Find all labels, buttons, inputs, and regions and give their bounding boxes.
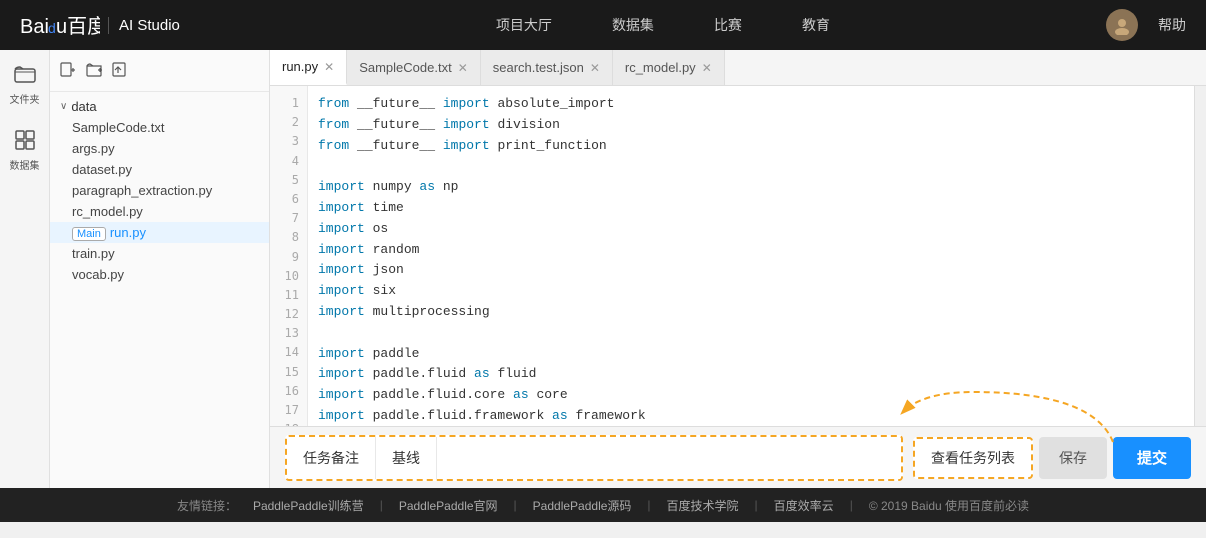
bottom-bar: 任务备注 基线 查看任务列表 — [270, 426, 1206, 488]
code-line: import paddle.fluid as fluid — [318, 364, 1184, 385]
tab-close-searchtestjson[interactable]: ✕ — [590, 62, 600, 74]
tab-close-samplecode[interactable]: ✕ — [458, 62, 468, 74]
sidebar-item-dataset[interactable]: 数据集 — [10, 126, 40, 172]
tab-samplecode[interactable]: SampleCode.txt ✕ — [347, 50, 481, 85]
code-line: from __future__ import absolute_import — [318, 94, 1184, 115]
svg-text:Bai: Bai — [20, 16, 49, 38]
code-line: import numpy as np — [318, 177, 1184, 198]
code-line — [318, 156, 1184, 177]
code-line — [318, 323, 1184, 344]
navbar: Bai d u百度 AI Studio 项目大厅 数据集 比赛 教育 帮助 — [0, 0, 1206, 50]
code-line: import os — [318, 219, 1184, 240]
tab-searchtestjson-label: search.test.json — [493, 60, 584, 75]
ai-studio-label: AI Studio — [108, 17, 180, 34]
file-tree: ∨ data SampleCode.txt args.py dataset.py… — [50, 50, 270, 488]
folder-label: 文件夹 — [10, 91, 40, 106]
menu-competition[interactable]: 比赛 — [714, 15, 742, 35]
chevron-down-icon: ∨ — [60, 101, 67, 112]
vertical-scrollbar[interactable] — [1194, 86, 1206, 426]
footer-link-1[interactable]: PaddlePaddle官网 — [399, 497, 498, 514]
file-paragraph[interactable]: paragraph_extraction.py — [50, 180, 269, 201]
tab-rcmodel[interactable]: rc_model.py ✕ — [613, 50, 725, 85]
code-line: import random — [318, 240, 1184, 261]
code-container[interactable]: 123456789101112131415161718192021222324 … — [270, 86, 1206, 426]
tab-close-runpy[interactable]: ✕ — [324, 61, 334, 73]
file-dataset[interactable]: dataset.py — [50, 159, 269, 180]
folder-icon — [11, 60, 39, 88]
sidebar-item-folder[interactable]: 文件夹 — [10, 60, 40, 106]
folder-data-label: data — [71, 99, 96, 114]
icon-sidebar: 文件夹 数据集 — [0, 50, 50, 488]
code-line: import paddle — [318, 344, 1184, 365]
new-folder-icon[interactable] — [86, 62, 102, 83]
save-button[interactable]: 保存 — [1039, 437, 1107, 479]
file-train[interactable]: train.py — [50, 243, 269, 264]
upload-icon[interactable] — [112, 62, 128, 83]
code-line: import six — [318, 281, 1184, 302]
tab-close-rcmodel[interactable]: ✕ — [702, 62, 712, 74]
file-args[interactable]: args.py — [50, 138, 269, 159]
file-runpy[interactable]: Mainrun.py — [50, 222, 269, 243]
code-content[interactable]: from __future__ import absolute_importfr… — [308, 86, 1194, 426]
view-tasks-button[interactable]: 查看任务列表 — [913, 437, 1033, 479]
task-input-field[interactable] — [437, 437, 901, 479]
svg-text:u百度: u百度 — [56, 15, 100, 38]
file-samplecode[interactable]: SampleCode.txt — [50, 117, 269, 138]
footer-link-3[interactable]: 百度技术学院 — [667, 497, 739, 514]
submit-button[interactable]: 提交 — [1113, 437, 1191, 479]
menu-education[interactable]: 教育 — [802, 15, 830, 35]
footer-link-4[interactable]: 百度效率云 — [774, 497, 834, 514]
code-line: from __future__ import print_function — [318, 136, 1184, 157]
help-link[interactable]: 帮助 — [1158, 15, 1186, 35]
task-input-area: 任务备注 基线 — [285, 435, 903, 481]
file-rcmodel[interactable]: rc_model.py — [50, 201, 269, 222]
footer: 友情链接： PaddlePaddle训练营 | PaddlePaddle官网 |… — [0, 488, 1206, 522]
dataset-icon — [11, 126, 39, 154]
code-line: import time — [318, 198, 1184, 219]
new-file-icon[interactable] — [60, 62, 76, 83]
main-badge: Main — [72, 227, 106, 241]
code-line: import paddle.fluid.core as core — [318, 385, 1184, 406]
menu-project-hall[interactable]: 项目大厅 — [496, 15, 552, 35]
code-line: import json — [318, 260, 1184, 281]
user-avatar-icon — [1112, 15, 1132, 35]
file-vocab[interactable]: vocab.py — [50, 264, 269, 285]
baseline-tab[interactable]: 基线 — [376, 437, 437, 479]
footer-link-0[interactable]: PaddlePaddle训练营 — [253, 497, 364, 514]
baidu-logo-icon: Bai d u百度 — [20, 11, 100, 39]
tab-searchtestjson[interactable]: search.test.json ✕ — [481, 50, 613, 85]
navbar-menu: 项目大厅 数据集 比赛 教育 — [220, 15, 1106, 35]
tab-runpy[interactable]: run.py ✕ — [270, 50, 347, 85]
footer-copyright: © 2019 Baidu 使用百度前必读 — [869, 497, 1029, 514]
file-tree-actions — [50, 58, 269, 92]
main-layout: 文件夹 数据集 — [0, 50, 1206, 488]
tab-runpy-label: run.py — [282, 59, 318, 74]
navbar-right: 帮助 — [1106, 9, 1186, 41]
dataset-label: 数据集 — [10, 157, 40, 172]
avatar[interactable] — [1106, 9, 1138, 41]
footer-link-2[interactable]: PaddlePaddle源码 — [533, 497, 632, 514]
svg-text:d: d — [48, 20, 56, 36]
menu-dataset[interactable]: 数据集 — [612, 15, 654, 35]
tab-samplecode-label: SampleCode.txt — [359, 60, 452, 75]
code-line: import multiprocessing — [318, 302, 1184, 323]
code-line: from __future__ import division — [318, 115, 1184, 136]
tab-rcmodel-label: rc_model.py — [625, 60, 696, 75]
code-line: import paddle.fluid.framework as framewo… — [318, 406, 1184, 426]
brand-area: Bai d u百度 AI Studio — [20, 11, 180, 39]
folder-data[interactable]: ∨ data — [50, 96, 269, 117]
editor-area: run.py ✕ SampleCode.txt ✕ search.test.js… — [270, 50, 1206, 488]
footer-prefix: 友情链接： — [177, 497, 237, 514]
line-numbers: 123456789101112131415161718192021222324 — [270, 86, 308, 426]
task-notes-tab[interactable]: 任务备注 — [287, 437, 376, 479]
tab-bar: run.py ✕ SampleCode.txt ✕ search.test.js… — [270, 50, 1206, 86]
